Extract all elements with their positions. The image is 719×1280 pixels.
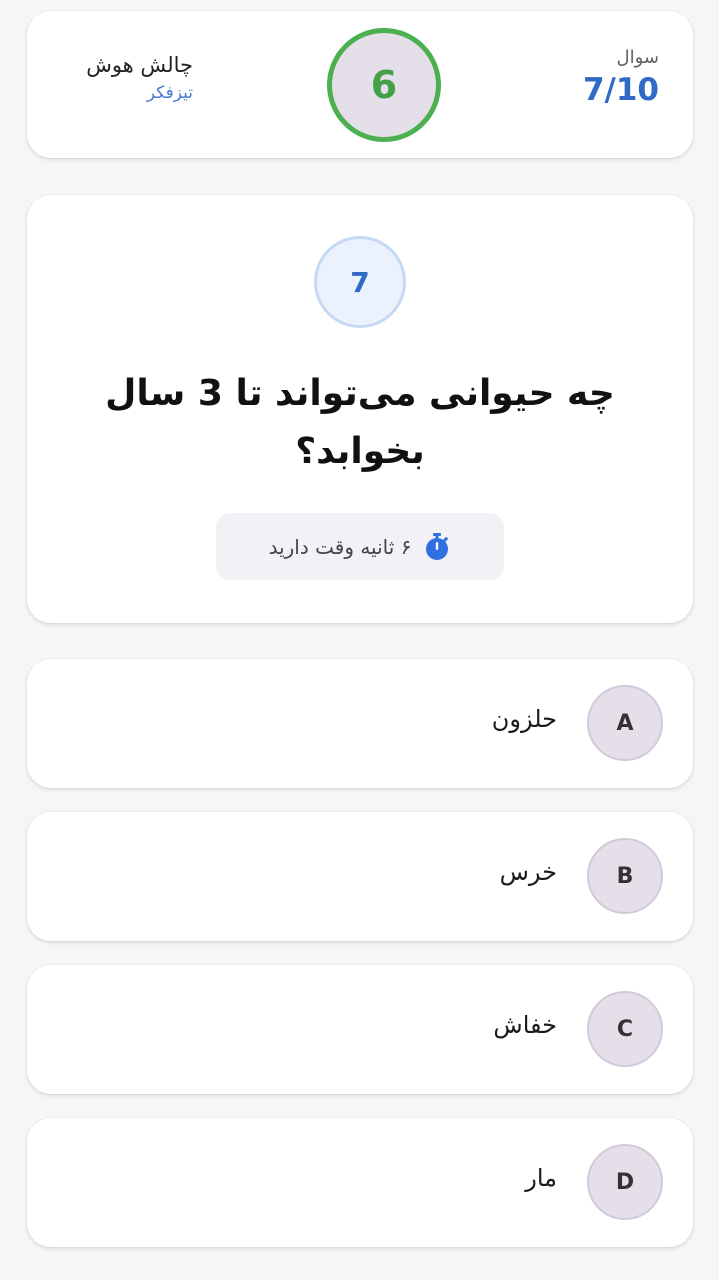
quiz-header: سوال 7/10 6 چالش هوش تیزفکر — [27, 11, 693, 158]
question-number-badge: 7 — [314, 236, 406, 328]
app-branding: چالش هوش تیزفکر — [63, 53, 193, 103]
time-remaining-text: ۶ ثانیه وقت دارید — [268, 534, 412, 559]
option-text: خفاش — [493, 1011, 557, 1039]
option-letter-badge: C — [587, 991, 663, 1067]
option-letter-badge: D — [587, 1144, 663, 1220]
question-text: چه حیوانی می‌تواند تا 3 سال بخوابد؟ — [105, 373, 615, 472]
option-text: خرس — [499, 858, 557, 886]
question-label: سوال — [616, 47, 659, 68]
stopwatch-icon — [423, 532, 451, 562]
app-subtitle: تیزفکر — [146, 83, 193, 103]
answer-option-a[interactable]: A حلزون — [27, 659, 693, 788]
question-count: 7/10 — [582, 72, 659, 108]
option-text: مار — [525, 1164, 557, 1192]
option-letter-badge: A — [587, 685, 663, 761]
question-progress: سوال 7/10 — [583, 47, 659, 108]
answer-option-c[interactable]: C خفاش — [27, 965, 693, 1094]
option-text: حلزون — [491, 705, 557, 733]
question-card: 7 چه حیوانی می‌تواند تا 3 سال بخوابد؟ ۶ … — [27, 195, 693, 623]
countdown-timer: 6 — [327, 28, 441, 142]
answer-option-d[interactable]: D مار — [27, 1118, 693, 1247]
time-remaining-pill: ۶ ثانیه وقت دارید — [216, 513, 504, 580]
option-letter-badge: B — [587, 838, 663, 914]
app-title: چالش هوش — [86, 53, 193, 77]
answer-option-b[interactable]: B خرس — [27, 812, 693, 941]
